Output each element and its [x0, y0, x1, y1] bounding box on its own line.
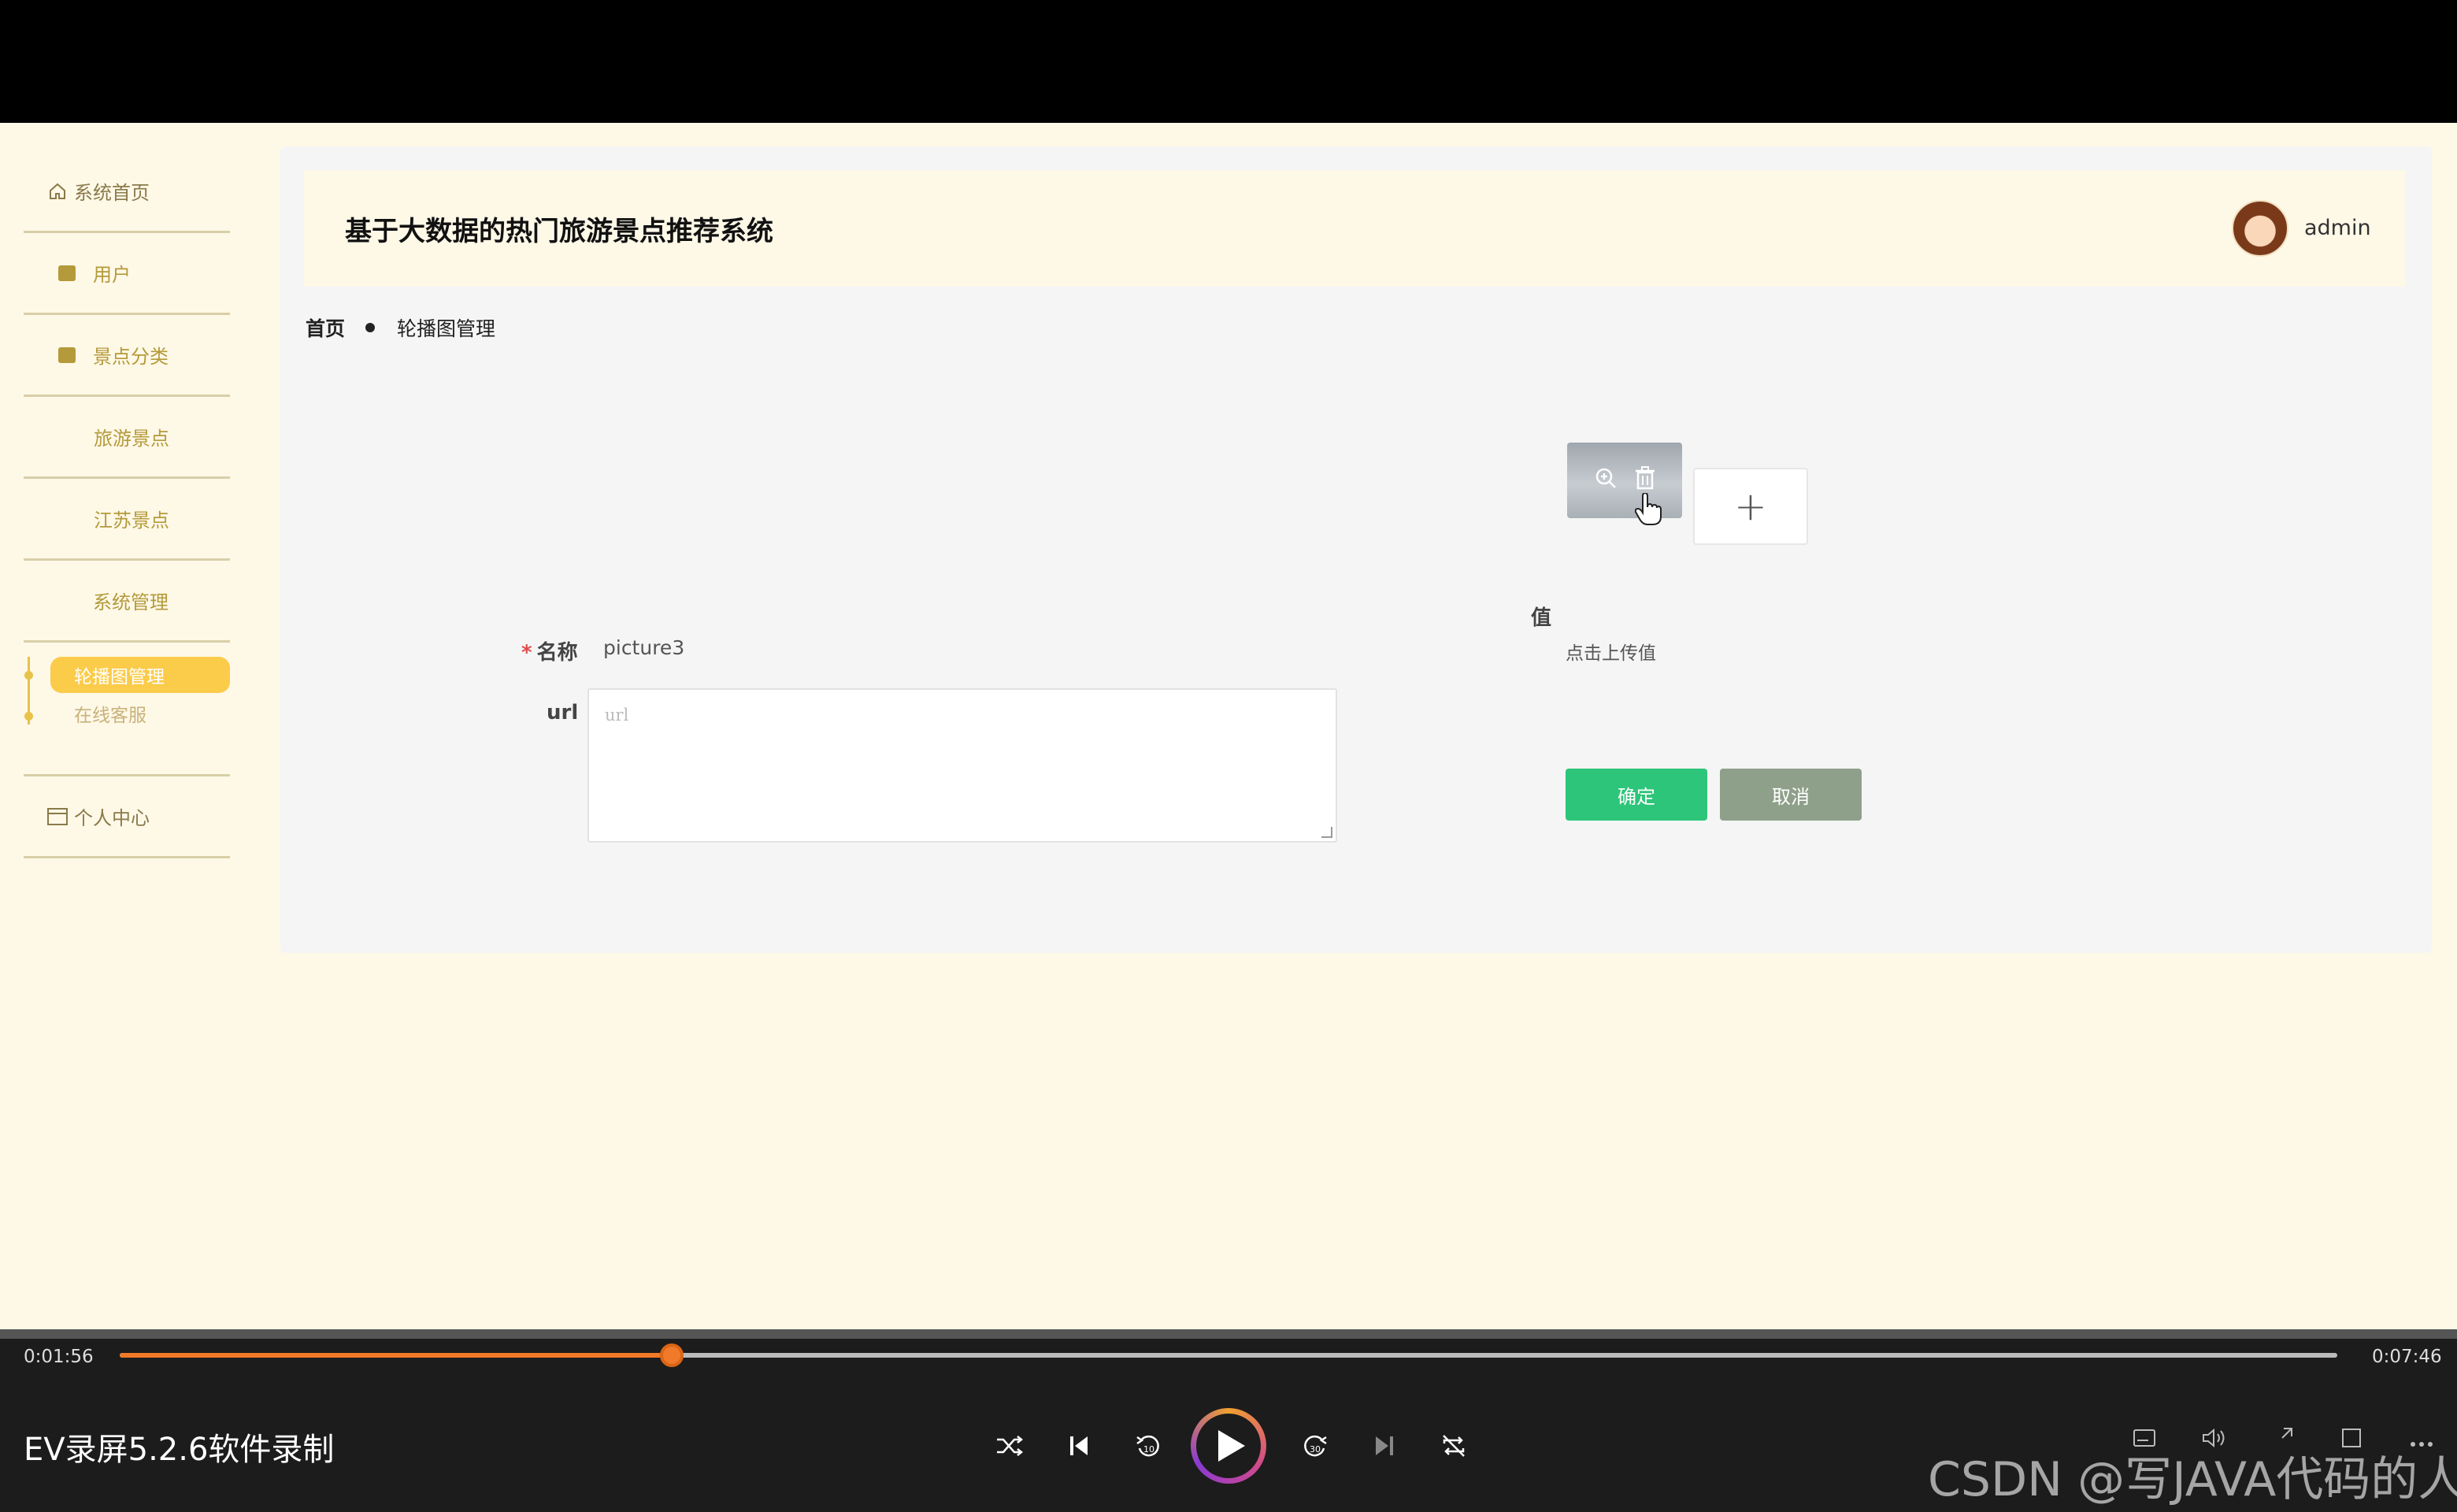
next-icon[interactable]	[1362, 1424, 1406, 1468]
menu-icon	[58, 594, 76, 608]
sidebar-item-jiangsu[interactable]: 江苏景点	[24, 479, 230, 561]
svg-text:10: 10	[1143, 1444, 1154, 1455]
recorder-title: EV录屏5.2.6软件录制	[24, 1432, 335, 1468]
sidebar-submenu: 轮播图管理 在线客服	[24, 643, 230, 776]
value-label: 值	[1531, 606, 1552, 630]
watermark-text: CSDN @写JAVA代码的人	[1928, 1452, 2457, 1507]
sidebar-item-label: 景点分类	[93, 346, 169, 368]
header: 基于大数据的热门旅游景点推荐系统 admin	[304, 170, 2405, 287]
shuffle-icon[interactable]	[988, 1424, 1032, 1468]
sidebar-item-label: 系统管理	[93, 591, 169, 613]
breadcrumb: 首页 轮播图管理	[306, 313, 495, 342]
breadcrumb-current: 轮播图管理	[397, 317, 496, 340]
sidebar-item-profile[interactable]: 个人中心	[24, 776, 230, 858]
previous-icon[interactable]	[1057, 1424, 1101, 1468]
forward-30-icon[interactable]: 30	[1293, 1424, 1337, 1468]
screen: 系统首页 用户 景点分类 旅游景点 江苏景点 系统管理 轮播图管理 在线客服 个…	[0, 0, 2457, 1512]
sidebar-subitem-carousel[interactable]: 轮播图管理	[50, 657, 230, 693]
home-icon	[47, 181, 68, 202]
submenu-dot	[24, 712, 33, 721]
sidebar-item-label: 用户	[93, 264, 131, 286]
seek-handle[interactable]	[659, 1343, 684, 1367]
zoom-in-icon[interactable]	[1594, 466, 1618, 495]
repeat-off-icon[interactable]	[1432, 1424, 1476, 1468]
name-label-text: 名称	[536, 641, 578, 665]
sidebar-item-system[interactable]: 系统管理	[24, 561, 230, 643]
rewind-10-icon[interactable]: 10	[1126, 1424, 1170, 1468]
uploaded-image-thumbnail	[1567, 443, 1682, 518]
breadcrumb-separator	[365, 323, 376, 332]
sidebar-item-home[interactable]: 系统首页	[24, 151, 230, 233]
sidebar-item-label: 系统首页	[74, 182, 150, 204]
play-icon	[1218, 1430, 1245, 1462]
card-icon	[47, 806, 68, 827]
chart-icon	[58, 265, 76, 281]
required-mark: *	[521, 641, 532, 665]
play-button[interactable]	[1191, 1408, 1266, 1484]
sidebar-item-label: 个人中心	[74, 807, 150, 829]
confirm-button[interactable]: 确定	[1566, 769, 1707, 821]
sidebar-item-attractions[interactable]: 旅游景点	[24, 397, 230, 479]
cancel-button[interactable]: 取消	[1720, 769, 1862, 821]
sidebar-item-categories[interactable]: 景点分类	[24, 315, 230, 397]
player-divider	[0, 1329, 2457, 1339]
url-textarea[interactable]: url	[587, 688, 1337, 843]
delete-icon[interactable]	[1635, 465, 1655, 495]
seek-progress	[120, 1353, 672, 1358]
sidebar-subitem-chat[interactable]: 在线客服	[74, 698, 146, 729]
sidebar-item-label: 旅游景点	[94, 428, 169, 450]
main-panel: 基于大数据的热门旅游景点推荐系统 admin 首页 轮播图管理 值 + * 名称…	[280, 146, 2432, 953]
total-time: 0:07:46	[2372, 1347, 2442, 1367]
seek-bar[interactable]	[120, 1343, 2337, 1367]
name-field[interactable]: picture3	[603, 636, 684, 659]
grid-icon	[58, 510, 76, 528]
chat-icon	[58, 346, 76, 363]
sidebar-item-label: 江苏景点	[94, 510, 169, 532]
svg-text:30: 30	[1310, 1444, 1321, 1455]
submenu-dot	[24, 671, 33, 680]
resize-handle[interactable]	[1321, 827, 1332, 838]
hand-cursor-icon	[1634, 491, 1662, 534]
url-label: url	[547, 701, 579, 724]
page-title: 基于大数据的热门旅游景点推荐系统	[345, 216, 773, 247]
upload-hint: 点击上传值	[1566, 643, 1656, 664]
avatar[interactable]	[2232, 200, 2288, 257]
play-button-inner	[1196, 1414, 1261, 1478]
breadcrumb-home[interactable]: 首页	[306, 313, 345, 342]
sidebar: 系统首页 用户 景点分类 旅游景点 江苏景点 系统管理 轮播图管理 在线客服 个…	[24, 151, 230, 858]
app-window: 系统首页 用户 景点分类 旅游景点 江苏景点 系统管理 轮播图管理 在线客服 个…	[0, 123, 2457, 1329]
sidebar-item-users[interactable]: 用户	[24, 233, 230, 315]
video-player-bar: 0:01:56 0:07:46 EV录屏5.2.6软件录制 10 30 CSDN…	[0, 1329, 2457, 1512]
grid-icon	[58, 428, 76, 446]
upload-button[interactable]: +	[1693, 468, 1808, 545]
name-label: * 名称	[521, 636, 578, 665]
url-placeholder: url	[605, 706, 629, 724]
username[interactable]: admin	[2304, 216, 2371, 240]
elapsed-time: 0:01:56	[24, 1347, 94, 1367]
